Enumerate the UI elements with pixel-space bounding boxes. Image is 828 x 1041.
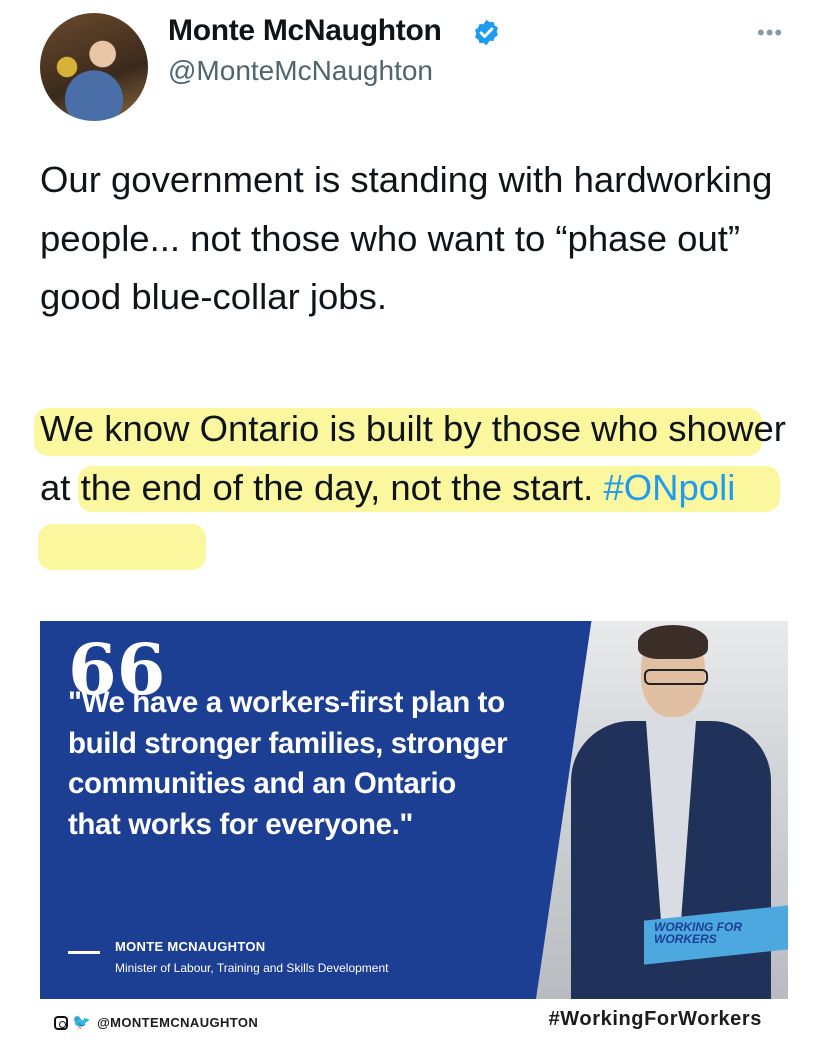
author-handle[interactable]: @MonteMcNaughton [168,55,433,87]
podium-sign-text: WORKING FOR WORKERS [654,920,742,946]
author-display-name[interactable]: Monte McNaughton [168,14,442,48]
social-handle: @MONTEMCNAUGHTON [97,1015,259,1030]
social-handle-row: 🐦 @MONTEMCNAUGHTON [54,1013,258,1031]
tweet-media-image[interactable]: WORKING FOR WORKERS 66 "We have a worker… [40,621,788,999]
instagram-icon [54,1016,68,1030]
attribution-title: Minister of Labour, Training and Skills … [115,961,389,975]
tweet-paragraph-2: We know Ontario is built by those who sh… [40,400,800,517]
hashtag-link[interactable]: #ONpoli [603,467,735,508]
footer-hashtag: #WorkingForWorkers [548,1008,762,1030]
media-footer-bar: 🐦 @MONTEMCNAUGHTON #WorkingForWorkers [40,999,788,1041]
twitter-bird-icon: 🐦 [72,1014,92,1031]
quote-text: "We have a workers-first plan to build s… [68,686,508,841]
attribution-name: MONTE MCNAUGHTON [115,939,266,954]
verified-badge-icon [475,19,498,46]
attribution-dash [68,951,100,954]
highlight-mark [38,524,206,570]
tweet-paragraph-1: Our government is standing with hardwork… [40,159,773,317]
author-avatar[interactable] [40,13,148,121]
more-options-icon[interactable]: ••• [757,20,783,46]
